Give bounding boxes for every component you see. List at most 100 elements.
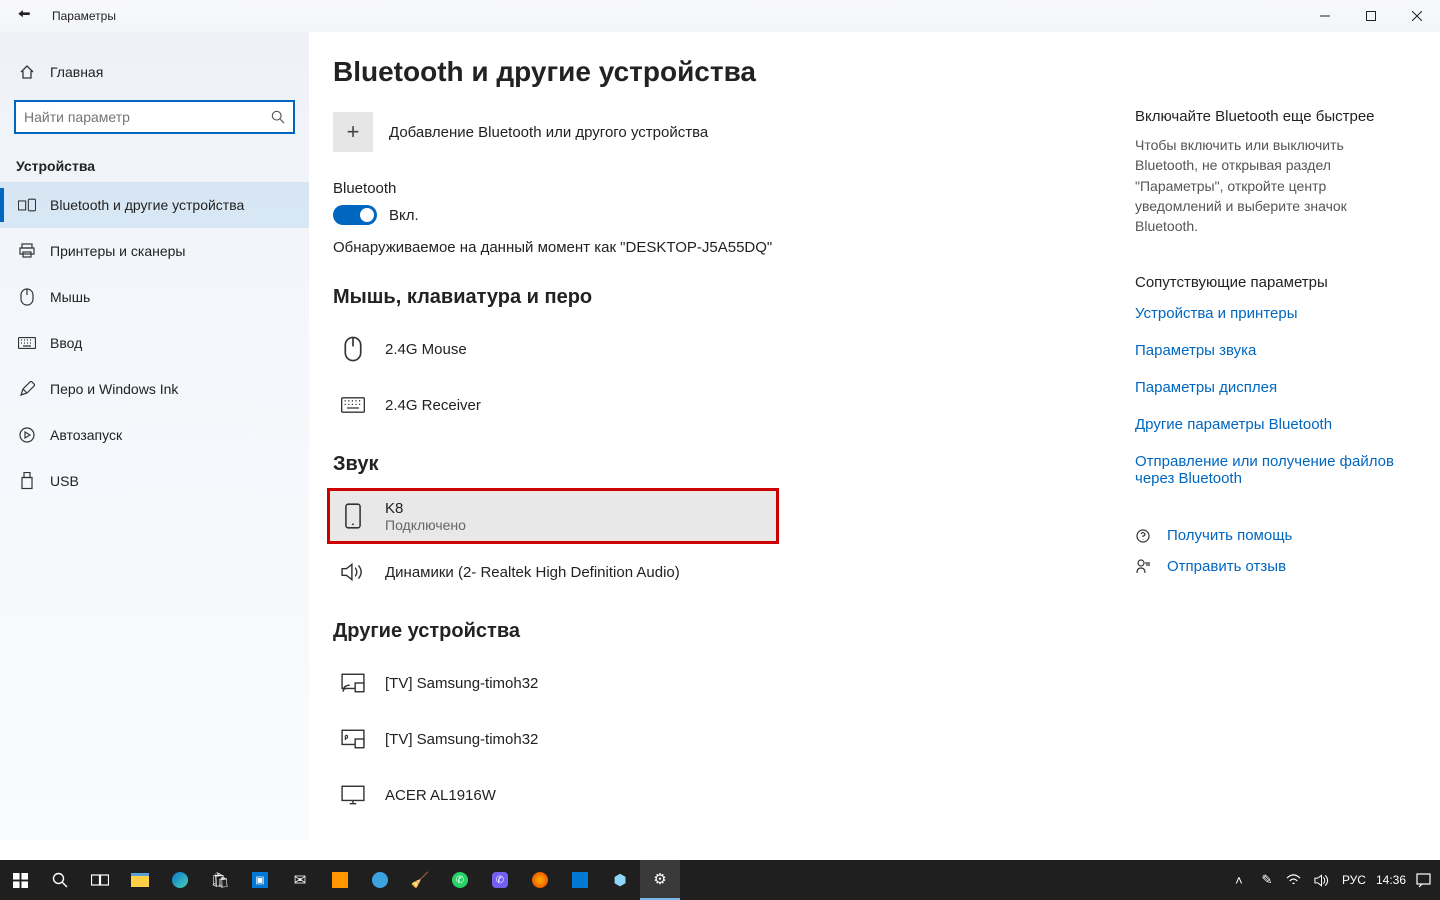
add-device-label: Добавление Bluetooth или другого устройс… <box>389 124 708 141</box>
keyboard-icon <box>339 389 367 421</box>
device-name: K8 <box>385 500 466 517</box>
related-title: Сопутствующие параметры <box>1135 274 1410 291</box>
sidebar-item-label: Принтеры и сканеры <box>50 243 185 259</box>
link-devices-printers[interactable]: Устройства и принтеры <box>1135 305 1410 322</box>
close-button[interactable] <box>1394 0 1440 32</box>
sidebar-home[interactable]: Главная <box>0 52 309 92</box>
device-name: 2.4G Mouse <box>385 341 467 358</box>
taskbar-app-generic1[interactable] <box>320 860 360 900</box>
maximize-button[interactable] <box>1348 0 1394 32</box>
speaker-icon <box>339 556 367 588</box>
home-icon <box>18 64 36 80</box>
taskbar-app-firefox[interactable] <box>520 860 560 900</box>
tray-wifi-icon[interactable] <box>1286 874 1304 886</box>
device-name: 2.4G Receiver <box>385 397 481 414</box>
taskbar-app-edge[interactable] <box>160 860 200 900</box>
sidebar-category: Устройства <box>0 148 309 182</box>
taskbar-app-ccleaner[interactable]: 🧹 <box>400 860 440 900</box>
pen-icon <box>18 381 36 397</box>
sidebar-item-label: Bluetooth и другие устройства <box>50 197 244 213</box>
sidebar-item-mouse[interactable]: Мышь <box>0 274 309 320</box>
taskbar-app-viber[interactable]: ✆ <box>480 860 520 900</box>
taskbar-app-explorer[interactable] <box>120 860 160 900</box>
device-name: [TV] Samsung-timoh32 <box>385 675 538 692</box>
cast-icon <box>339 667 367 699</box>
sidebar-item-pen[interactable]: Перо и Windows Ink <box>0 366 309 412</box>
taskbar: 🛍 ▣ ✉ 🧹 ✆ ✆ ⬢ ⚙ ˄ ✎ РУС 14:36 <box>0 860 1440 900</box>
start-button[interactable] <box>0 860 40 900</box>
taskbar-app-generic2[interactable] <box>360 860 400 900</box>
link-more-bluetooth[interactable]: Другие параметры Bluetooth <box>1135 416 1410 433</box>
usb-icon <box>18 472 36 490</box>
section-audio-heading: Звук <box>333 453 1103 476</box>
window-title: Параметры <box>48 9 1302 23</box>
sidebar: Главная Устройства Bluetooth и другие ус… <box>0 32 309 840</box>
add-device-row[interactable]: + Добавление Bluetooth или другого устро… <box>333 112 1103 152</box>
tray-volume-icon[interactable] <box>1314 874 1332 887</box>
mouse-icon <box>339 333 367 365</box>
sidebar-home-label: Главная <box>50 64 103 80</box>
feedback-icon <box>1135 559 1153 575</box>
right-panel: Включайте Bluetooth еще быстрее Чтобы вк… <box>1135 32 1440 840</box>
get-help-label: Получить помощь <box>1167 527 1292 544</box>
sidebar-item-printers[interactable]: Принтеры и сканеры <box>0 228 309 274</box>
device-row[interactable]: ACER AL1916W <box>333 767 765 823</box>
device-row[interactable]: 2.4G Mouse <box>333 321 765 377</box>
search-icon <box>271 110 285 124</box>
device-name: [TV] Samsung-timoh32 <box>385 731 538 748</box>
link-display-settings[interactable]: Параметры дисплея <box>1135 379 1410 396</box>
section-other-heading: Другие устройства <box>333 620 1103 643</box>
tray-feather-icon[interactable]: ✎ <box>1258 872 1276 888</box>
search-input-wrapper[interactable] <box>14 100 295 134</box>
bluetooth-toggle[interactable] <box>333 205 377 225</box>
minimize-button[interactable] <box>1302 0 1348 32</box>
device-row[interactable]: [TV] Samsung-timoh32 <box>333 711 765 767</box>
media-device-icon <box>339 723 367 755</box>
plus-icon: + <box>347 119 360 145</box>
help-icon <box>1135 528 1153 544</box>
mouse-icon <box>18 288 36 306</box>
taskbar-app-vscode[interactable] <box>560 860 600 900</box>
taskbar-app-whatsapp[interactable]: ✆ <box>440 860 480 900</box>
taskbar-app-store[interactable]: 🛍 <box>200 860 240 900</box>
back-button[interactable]: 🠨 <box>0 3 48 30</box>
content: Bluetooth и другие устройства + Добавлен… <box>309 32 1135 840</box>
device-row[interactable]: Динамики (2- Realtek High Definition Aud… <box>333 544 765 600</box>
section-mouse-kb-heading: Мышь, клавиатура и перо <box>333 286 1103 309</box>
sidebar-item-autoplay[interactable]: Автозапуск <box>0 412 309 458</box>
keyboard-icon <box>18 337 36 349</box>
tray-chevron-icon[interactable]: ˄ <box>1230 873 1248 888</box>
device-name: ACER AL1916W <box>385 787 496 804</box>
tray-language[interactable]: РУС <box>1342 873 1366 887</box>
link-sound-settings[interactable]: Параметры звука <box>1135 342 1410 359</box>
sidebar-item-usb[interactable]: USB <box>0 458 309 504</box>
tip-body: Чтобы включить или выключить Bluetooth, … <box>1135 135 1410 236</box>
bluetooth-toggle-state: Вкл. <box>389 207 419 224</box>
taskbar-app-mail[interactable]: ✉ <box>280 860 320 900</box>
sidebar-item-label: Ввод <box>50 335 82 351</box>
titlebar: 🠨 Параметры <box>0 0 1440 32</box>
device-row[interactable]: [TV] Samsung-timoh32 <box>333 655 765 711</box>
sidebar-item-typing[interactable]: Ввод <box>0 320 309 366</box>
taskbar-app-webpack[interactable]: ⬢ <box>600 860 640 900</box>
autoplay-icon <box>18 427 36 443</box>
search-input[interactable] <box>24 109 271 125</box>
tray-notifications-icon[interactable] <box>1416 873 1434 888</box>
device-row-selected[interactable]: K8 Подключено <box>327 488 779 544</box>
device-row[interactable]: 2.4G Receiver <box>333 377 765 433</box>
printer-icon <box>18 243 36 259</box>
link-send-receive-bt[interactable]: Отправление или получение файлов через B… <box>1135 453 1410 487</box>
taskbar-app-settings[interactable]: ⚙ <box>640 860 680 900</box>
devices-icon <box>18 198 36 212</box>
give-feedback[interactable]: Отправить отзыв <box>1135 558 1410 575</box>
sidebar-item-bluetooth[interactable]: Bluetooth и другие устройства <box>0 182 309 228</box>
taskbar-search[interactable] <box>40 860 80 900</box>
phone-icon <box>339 500 367 532</box>
task-view[interactable] <box>80 860 120 900</box>
sidebar-item-label: USB <box>50 473 79 489</box>
taskbar-app-photos[interactable]: ▣ <box>240 860 280 900</box>
device-status: Подключено <box>385 517 466 533</box>
tray-clock[interactable]: 14:36 <box>1376 873 1406 887</box>
add-device-button[interactable]: + <box>333 112 373 152</box>
get-help[interactable]: Получить помощь <box>1135 527 1410 544</box>
